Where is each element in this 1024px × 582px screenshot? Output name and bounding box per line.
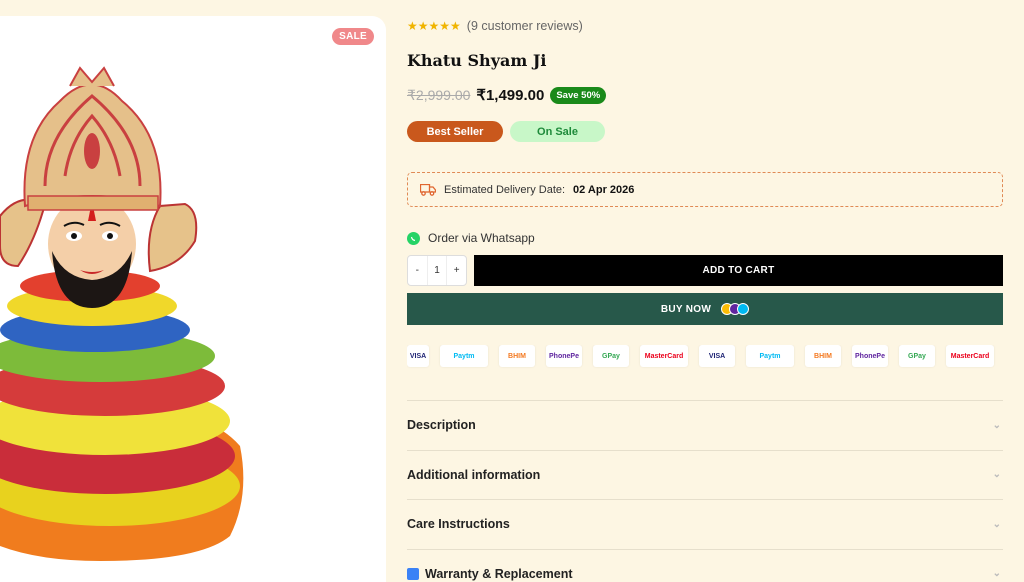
payment-methods: VISA Paytm BHIM PhonePe GPay MasterCard VISA Pa… — [407, 345, 1003, 373]
payment-mastercard-icon: MasterCard — [640, 345, 688, 367]
payment-gpay-icon: GPay — [593, 345, 629, 367]
accordion-additional-label: Additional information — [407, 467, 541, 482]
chevron-down-icon: ⌄ — [992, 518, 1001, 530]
payment-phonepe-icon: PhonePe — [852, 345, 888, 367]
accordion-warranty[interactable]: Warranty & Replacement ⌄ — [407, 548, 1003, 582]
payment-paytm-icon: Paytm — [440, 345, 488, 367]
product-accordion: Description ⌄ Additional information ⌄ C… — [407, 400, 1003, 582]
delivery-label: Estimated Delivery Date: — [444, 183, 566, 196]
add-to-cart-button[interactable]: ADD TO CART — [474, 255, 1003, 286]
review-count-link[interactable]: (9 customer reviews) — [467, 19, 583, 33]
payment-phonepe-icon: PhonePe — [546, 345, 582, 367]
sale-badge: SALE — [332, 28, 374, 45]
truck-icon — [420, 183, 436, 196]
price-row: ₹2,999.00 ₹1,499.00 Save 50% — [407, 86, 607, 104]
upi-apps-icon — [721, 303, 750, 315]
accordion-warranty-label: Warranty & Replacement — [425, 566, 573, 581]
payment-bhim-icon: BHIM — [805, 345, 841, 367]
rating[interactable]: ★★★★★ (9 customer reviews) — [407, 19, 583, 33]
accordion-additional-information[interactable]: Additional information ⌄ — [407, 449, 1003, 500]
delivery-date: 02 Apr 2026 — [573, 183, 635, 196]
accordion-care-instructions[interactable]: Care Instructions ⌄ — [407, 499, 1003, 549]
product-image-panel[interactable]: SALE — [0, 16, 386, 582]
quantity-increase-button[interactable]: + — [447, 265, 466, 276]
accordion-care-label: Care Instructions — [407, 517, 510, 532]
buy-now-button[interactable]: BUY NOW — [407, 293, 1003, 325]
payment-gpay-icon: GPay — [899, 345, 935, 367]
quantity-stepper[interactable]: - 1 + — [407, 255, 467, 286]
product-tags: Best Seller On Sale — [407, 121, 605, 142]
chevron-down-icon: ⌄ — [992, 568, 1001, 580]
product-image — [0, 66, 244, 561]
payment-paytm-icon: Paytm — [746, 345, 794, 367]
delivery-estimate: Estimated Delivery Date: 02 Apr 2026 — [407, 172, 1003, 207]
product-title: Khatu Shyam Ji — [407, 51, 547, 70]
quantity-input[interactable]: 1 — [426, 256, 448, 285]
payment-bhim-icon: BHIM — [499, 345, 535, 367]
current-price: ₹1,499.00 — [476, 87, 545, 104]
whatsapp-icon — [407, 231, 420, 245]
old-price: ₹2,999.00 — [407, 86, 471, 103]
star-rating-icon: ★★★★★ — [407, 19, 461, 33]
payment-visa-icon: VISA — [699, 345, 735, 367]
chevron-down-icon: ⌄ — [992, 419, 1001, 431]
on-sale-tag: On Sale — [510, 121, 605, 142]
accordion-warranty-title: Warranty & Replacement — [407, 567, 573, 581]
buy-now-label: BUY NOW — [660, 303, 712, 315]
payment-visa-icon: VISA — [407, 345, 429, 367]
save-badge: Save 50% — [550, 86, 607, 104]
quantity-decrease-button[interactable]: - — [408, 265, 427, 276]
whatsapp-label: Order via Whatsapp — [428, 231, 535, 245]
accordion-description[interactable]: Description ⌄ — [407, 400, 1003, 450]
best-seller-tag: Best Seller — [407, 121, 503, 142]
chevron-down-icon: ⌄ — [992, 469, 1001, 481]
payment-mastercard-icon: MasterCard — [946, 345, 994, 367]
accordion-description-label: Description — [407, 418, 476, 433]
order-via-whatsapp[interactable]: Order via Whatsapp — [407, 231, 535, 245]
refresh-icon — [407, 567, 419, 580]
